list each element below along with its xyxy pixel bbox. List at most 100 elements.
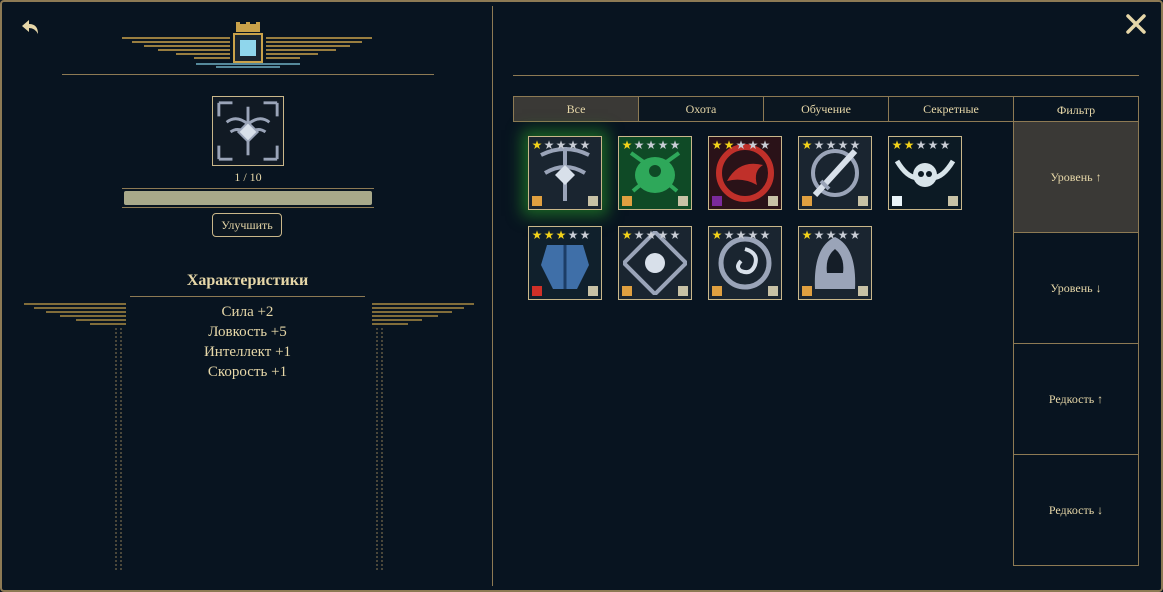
tab-all[interactable]: Все: [513, 96, 639, 122]
star-empty-icon: ★: [633, 138, 645, 152]
rarity-stars: ★ ★ ★ ★ ★: [531, 229, 591, 241]
type-badge: [712, 286, 722, 296]
star-empty-icon: ★: [669, 138, 681, 152]
slot-badge: [858, 196, 868, 206]
right-header-rule: [513, 75, 1139, 76]
star-empty-icon: ★: [813, 138, 825, 152]
star-empty-icon: ★: [939, 138, 951, 152]
tab-secret[interactable]: Секретные: [888, 96, 1014, 122]
sort-level-desc-button[interactable]: Уровень ↓: [1013, 232, 1139, 344]
upgrade-button[interactable]: Улучшить: [212, 213, 282, 237]
item-slot-crossbow-emblem[interactable]: ★ ★ ★ ★ ★: [528, 136, 602, 210]
type-badge: [802, 286, 812, 296]
item-slot-winged-skull[interactable]: ★ ★ ★ ★ ★: [888, 136, 962, 210]
slot-badge: [678, 286, 688, 296]
star-filled-icon: ★: [621, 228, 633, 242]
category-tabs: Все Охота Обучение Секретные: [513, 96, 1014, 122]
sort-rarity-asc-button[interactable]: Редкость ↑: [1013, 343, 1139, 455]
selected-item-icon: [212, 96, 284, 166]
right-wing-ornament: [372, 302, 474, 574]
star-filled-icon: ★: [543, 228, 555, 242]
xp-bar-frame: [122, 188, 374, 208]
rarity-stars: ★ ★ ★ ★ ★: [621, 139, 681, 151]
star-empty-icon: ★: [657, 228, 669, 242]
type-badge: [892, 196, 902, 206]
back-arrow-icon[interactable]: [18, 16, 42, 40]
type-badge: [712, 196, 722, 206]
star-filled-icon: ★: [555, 228, 567, 242]
star-empty-icon: ★: [825, 138, 837, 152]
slot-badge: [768, 196, 778, 206]
stats-title: Характеристики: [186, 272, 309, 289]
star-filled-icon: ★: [531, 138, 543, 152]
star-empty-icon: ★: [813, 228, 825, 242]
star-empty-icon: ★: [735, 228, 747, 242]
star-empty-icon: ★: [633, 228, 645, 242]
left-wing-ornament: [24, 302, 126, 574]
star-empty-icon: ★: [645, 138, 657, 152]
item-slot-blue-armor[interactable]: ★ ★ ★ ★ ★: [528, 226, 602, 300]
star-empty-icon: ★: [849, 138, 861, 152]
item-slot-red-dragon[interactable]: ★ ★ ★ ★ ★: [708, 136, 782, 210]
item-slot-sword-ring[interactable]: ★ ★ ★ ★ ★: [798, 136, 872, 210]
sort-level-asc-button[interactable]: Уровень ↑: [1013, 121, 1139, 233]
header-rule: [62, 74, 434, 75]
stat-speed: Скорость +1: [207, 364, 288, 380]
rarity-stars: ★ ★ ★ ★ ★: [711, 139, 771, 151]
type-badge: [532, 196, 542, 206]
type-badge: [802, 196, 812, 206]
filter-options: Уровень ↑ Уровень ↓ Редкость ↑ Редкость …: [1013, 121, 1139, 566]
slot-badge: [678, 196, 688, 206]
slot-badge: [948, 196, 958, 206]
star-filled-icon: ★: [711, 138, 723, 152]
stats-rule: [130, 296, 365, 297]
star-empty-icon: ★: [543, 138, 555, 152]
star-empty-icon: ★: [927, 138, 939, 152]
close-icon[interactable]: [1124, 12, 1148, 36]
item-slot-spiral-orb[interactable]: ★ ★ ★ ★ ★: [708, 226, 782, 300]
tab-hunting[interactable]: Охота: [638, 96, 764, 122]
rarity-stars: ★ ★ ★ ★ ★: [801, 229, 861, 241]
star-filled-icon: ★: [891, 138, 903, 152]
star-filled-icon: ★: [801, 138, 813, 152]
type-badge: [532, 286, 542, 296]
item-level: 1 / 10: [234, 170, 262, 184]
slot-badge: [768, 286, 778, 296]
rank-emblem: [122, 22, 372, 70]
slot-badge: [858, 286, 868, 296]
star-filled-icon: ★: [801, 228, 813, 242]
stat-agility: Ловкость +5: [208, 324, 287, 340]
rarity-stars: ★ ★ ★ ★ ★: [621, 229, 681, 241]
slot-badge: [588, 196, 598, 206]
item-slot-green-beast[interactable]: ★ ★ ★ ★ ★: [618, 136, 692, 210]
star-empty-icon: ★: [747, 228, 759, 242]
rarity-stars: ★ ★ ★ ★ ★: [801, 139, 861, 151]
star-empty-icon: ★: [915, 138, 927, 152]
stats-list: Сила +2 Ловкость +5 Интеллект +1 Скорост…: [130, 302, 365, 382]
type-badge: [622, 196, 632, 206]
star-filled-icon: ★: [903, 138, 915, 152]
item-slot-ornate-crest[interactable]: ★ ★ ★ ★ ★: [618, 226, 692, 300]
xp-bar: [124, 191, 372, 205]
type-badge: [622, 286, 632, 296]
item-slot-hooded-figure[interactable]: ★ ★ ★ ★ ★: [798, 226, 872, 300]
star-filled-icon: ★: [711, 228, 723, 242]
star-empty-icon: ★: [657, 138, 669, 152]
star-filled-icon: ★: [531, 228, 543, 242]
sort-rarity-desc-button[interactable]: Редкость ↓: [1013, 454, 1139, 566]
rarity-stars: ★ ★ ★ ★ ★: [891, 139, 951, 151]
star-empty-icon: ★: [579, 138, 591, 152]
star-empty-icon: ★: [723, 228, 735, 242]
xp-bar-fill: [124, 191, 372, 205]
star-empty-icon: ★: [579, 228, 591, 242]
stat-strength: Сила +2: [221, 304, 274, 320]
slot-badge: [588, 286, 598, 296]
star-empty-icon: ★: [567, 138, 579, 152]
tab-training[interactable]: Обучение: [763, 96, 889, 122]
rarity-stars: ★ ★ ★ ★ ★: [711, 229, 771, 241]
star-empty-icon: ★: [759, 228, 771, 242]
stat-intellect: Интеллект +1: [203, 344, 292, 360]
star-empty-icon: ★: [837, 228, 849, 242]
star-empty-icon: ★: [645, 228, 657, 242]
panel-divider: [492, 6, 493, 586]
